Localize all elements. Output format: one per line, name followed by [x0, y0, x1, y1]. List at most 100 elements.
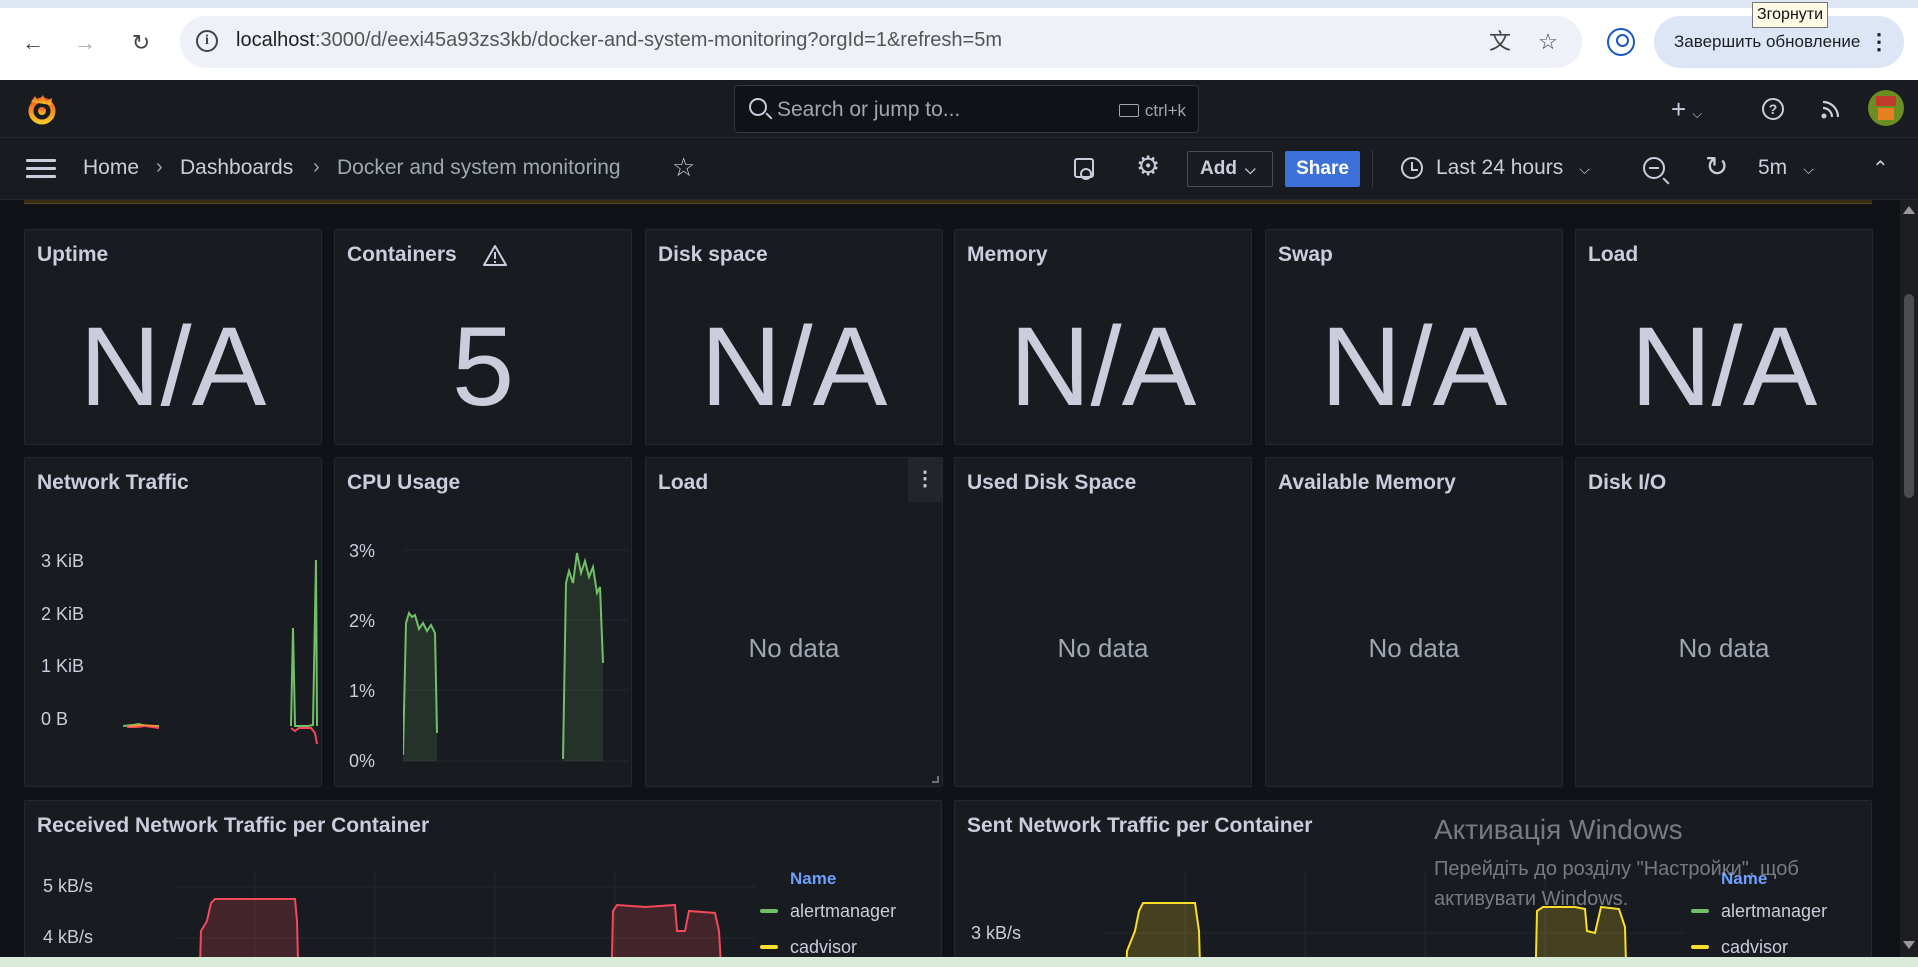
finish-update-label: Завершить обновление — [1674, 32, 1861, 51]
warning-icon[interactable] — [483, 244, 507, 266]
series-line — [290, 727, 318, 745]
help-icon[interactable]: ? — [1762, 98, 1784, 120]
back-icon[interactable]: ← — [18, 28, 48, 58]
no-data-message: No data — [1678, 633, 1770, 663]
divider — [1372, 150, 1373, 188]
site-info-icon[interactable]: i — [196, 30, 218, 52]
panel-title: Containers — [347, 243, 457, 266]
y-axis-tick: 0 B — [41, 709, 69, 729]
resize-handle-icon[interactable] — [932, 776, 939, 783]
panel-received-network-traffic[interactable]: Received Network Traffic per Container 5… — [24, 800, 942, 967]
scroll-up-icon[interactable] — [1903, 206, 1915, 214]
translate-icon[interactable]: 文 — [1486, 28, 1514, 56]
network-traffic-plot[interactable] — [123, 548, 319, 758]
series-area — [563, 553, 603, 761]
tab-strip — [0, 0, 1918, 8]
news-rss-icon[interactable] — [1820, 98, 1842, 120]
legend-swatch — [760, 945, 778, 949]
y-axis-tick: 2 KiB — [41, 604, 85, 624]
legend-item[interactable]: alertmanager — [760, 901, 896, 922]
favorite-star-icon[interactable]: ☆ — [672, 152, 695, 183]
chevron-down-icon: ⌵ — [1692, 106, 1703, 121]
user-avatar[interactable] — [1868, 90, 1904, 126]
search-placeholder: Search or jump to... — [777, 98, 961, 121]
breadcrumb-home[interactable]: Home — [83, 156, 139, 180]
stat-value: N/A — [700, 304, 888, 429]
legend-item[interactable]: cadvisor — [1691, 937, 1788, 958]
panel-network-traffic[interactable]: Network Traffic 3 KiB 2 KiB 1 KiB 0 B — [24, 457, 322, 787]
stat-value: 5 — [451, 304, 515, 429]
dashboard-navbar: Home › Dashboards › Docker and system mo… — [0, 138, 1918, 200]
time-range-label: Last 24 hours — [1436, 156, 1564, 179]
tooltip: Згорнути — [1752, 2, 1829, 28]
refresh-interval-label: 5m — [1758, 156, 1788, 179]
bookmark-star-icon[interactable]: ☆ — [1534, 28, 1562, 56]
panel-uptime[interactable]: Uptime N/A — [24, 229, 322, 445]
legend-header[interactable]: Name — [790, 869, 836, 889]
legend-swatch — [760, 909, 778, 913]
y-axis-tick: 3 KiB — [41, 551, 85, 571]
breadcrumb-current: Docker and system monitoring — [337, 156, 621, 179]
reload-icon[interactable]: ↻ — [126, 28, 156, 58]
chevron-down-icon: ⌵ — [1579, 161, 1590, 177]
panel-available-memory[interactable]: Available Memory No data — [1265, 457, 1563, 787]
new-plus-icon[interactable]: + ⌵ — [1671, 94, 1702, 125]
watermark-title: Активація Windows — [1434, 814, 1683, 845]
time-range-picker[interactable]: Last 24 hours ⌵ — [1436, 156, 1590, 180]
browser-menu-icon[interactable]: ⋮ — [1868, 16, 1890, 68]
watermark-line: Перейдіть до розділу "Настройки", щоб — [1434, 858, 1799, 880]
received-traffic-plot[interactable] — [175, 871, 755, 967]
panel-disk-io[interactable]: Disk I/O No data — [1575, 457, 1873, 787]
add-button[interactable]: Add ⌵ — [1187, 151, 1273, 187]
refresh-icon[interactable]: ↻ — [1705, 150, 1728, 183]
panel-title: Received Network Traffic per Container — [37, 814, 430, 837]
series-line — [290, 559, 318, 727]
forward-icon[interactable]: → — [70, 28, 100, 58]
y-axis-tick: 3% — [349, 541, 376, 561]
zoom-out-icon[interactable] — [1643, 157, 1665, 179]
y-axis-tick: 5 kB/s — [43, 876, 94, 896]
y-axis-tick: 4 kB/s — [43, 927, 94, 947]
panel-cpu-usage[interactable]: CPU Usage 3% 2% 1% 0% — [334, 457, 632, 787]
chevron-down-icon: ⌵ — [1803, 161, 1814, 177]
legend-item[interactable]: cadvisor — [760, 937, 857, 958]
panel-title: Disk I/O — [1588, 471, 1667, 494]
add-label: Add — [1200, 158, 1237, 179]
chevron-up-icon[interactable]: ⌃ — [1872, 156, 1889, 181]
y-axis-tick: 2% — [349, 611, 376, 631]
panel-disk-space[interactable]: Disk space N/A — [645, 229, 943, 445]
scroll-down-icon[interactable] — [1903, 941, 1915, 949]
url-path: :3000/d/eexi45a93zs3kb/docker-and-system… — [314, 29, 1002, 51]
save-icon[interactable] — [1074, 158, 1094, 180]
panel-load-stat[interactable]: Load N/A — [1575, 229, 1873, 445]
cpu-usage-plot[interactable] — [403, 543, 629, 773]
refresh-interval-picker[interactable]: 5m ⌵ — [1758, 156, 1814, 180]
panel-memory[interactable]: Memory N/A — [954, 229, 1252, 445]
profile-icon[interactable] — [1607, 28, 1635, 56]
legend-label: alertmanager — [790, 901, 897, 921]
y-axis-tick: 1 KiB — [41, 656, 85, 676]
panel-title: Used Disk Space — [967, 471, 1137, 494]
windows-activation-watermark: Активація Windows Перейдіть до розділу "… — [1434, 814, 1799, 914]
address-bar[interactable]: i localhost:3000/d/eexi45a93zs3kb/docker… — [180, 16, 1582, 68]
panel-menu-icon[interactable]: ⋮ — [908, 458, 942, 502]
taskbar-strip — [0, 957, 1918, 967]
panel-title: Uptime — [37, 243, 109, 266]
panel-used-disk-space[interactable]: Used Disk Space No data — [954, 457, 1252, 787]
menu-hamburger-icon[interactable] — [26, 159, 56, 179]
share-button[interactable]: Share — [1285, 151, 1360, 187]
page-scrollbar[interactable] — [1900, 200, 1918, 967]
y-axis-tick: 0% — [349, 751, 376, 771]
settings-gear-icon[interactable]: ⚙ — [1136, 151, 1160, 182]
url-host: localhost — [236, 29, 315, 51]
grafana-logo-icon[interactable] — [24, 92, 60, 128]
scrollbar-thumb[interactable] — [1904, 294, 1914, 498]
url-text[interactable]: localhost:3000/d/eexi45a93zs3kb/docker-a… — [236, 29, 1002, 52]
search-box[interactable]: Search or jump to... ctrl+k — [734, 85, 1199, 133]
panel-containers[interactable]: Containers 5 — [334, 229, 632, 445]
panel-swap[interactable]: Swap N/A — [1265, 229, 1563, 445]
panel-load-graph[interactable]: Load ⋮ No data — [645, 457, 943, 787]
breadcrumb-dashboards[interactable]: Dashboards — [180, 156, 293, 180]
chevron-down-icon: ⌵ — [1244, 161, 1256, 177]
panel-title: Available Memory — [1278, 471, 1456, 494]
